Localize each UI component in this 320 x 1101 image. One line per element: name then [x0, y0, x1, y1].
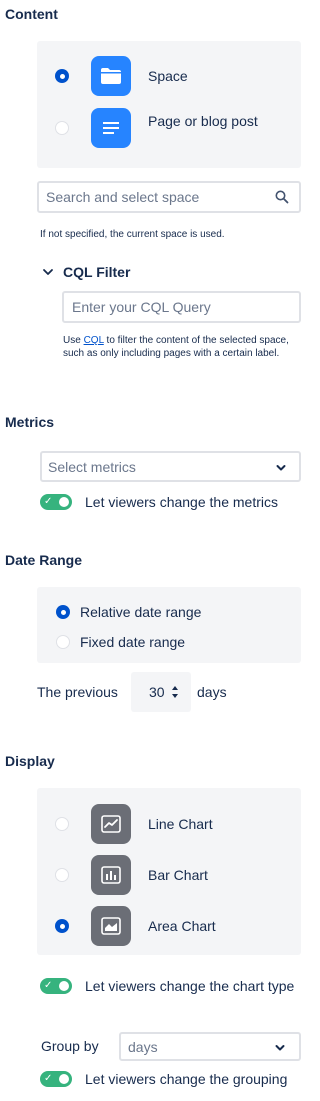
chart-type-toggle[interactable]: ✓	[40, 978, 72, 994]
folder-icon	[91, 56, 131, 96]
chart-type-panel: Line Chart Bar Chart Area Chart	[37, 788, 301, 955]
cql-query-input[interactable]: Enter your CQL Query	[62, 291, 301, 323]
chevron-down-icon[interactable]	[42, 265, 54, 283]
bar-chart-label: Bar Chart	[148, 867, 208, 883]
relative-date-radio[interactable]	[56, 605, 70, 619]
area-chart-radio[interactable]	[55, 919, 69, 933]
cql-filter-title[interactable]: CQL Filter	[63, 264, 130, 280]
check-icon: ✓	[44, 1073, 53, 1084]
area-chart-label: Area Chart	[148, 918, 216, 934]
check-icon: ✓	[44, 980, 53, 991]
space-option-label: Space	[148, 68, 188, 84]
document-icon	[91, 108, 131, 148]
group-by-select[interactable]: days	[119, 1032, 301, 1061]
chart-type-toggle-label: Let viewers change the chart type	[85, 978, 295, 994]
search-icon	[275, 190, 289, 209]
check-icon: ✓	[44, 496, 53, 507]
fixed-date-radio[interactable]	[56, 635, 70, 649]
line-chart-label: Line Chart	[148, 816, 213, 832]
grouping-toggle[interactable]: ✓	[40, 1071, 72, 1087]
bar-chart-icon	[91, 855, 131, 895]
fixed-date-label: Fixed date range	[80, 634, 186, 650]
page-blog-option-label: Page or blog post	[148, 113, 258, 129]
days-unit-label: days	[197, 684, 227, 700]
relative-date-label: Relative date range	[80, 604, 202, 620]
date-range-section-title: Date Range	[5, 552, 83, 568]
date-range-panel: Relative date range Fixed date range	[37, 587, 301, 663]
chevron-down-icon	[274, 1041, 286, 1059]
previous-days-stepper[interactable]: 30	[131, 672, 191, 712]
grouping-toggle-label: Let viewers change the grouping	[85, 1071, 288, 1087]
page-blog-radio[interactable]	[55, 121, 69, 135]
metrics-select-placeholder: Select metrics	[48, 459, 136, 475]
cql-query-placeholder: Enter your CQL Query	[72, 299, 211, 315]
content-type-panel: Space Page or blog post	[37, 41, 301, 168]
group-by-value: days	[128, 1039, 158, 1055]
space-hint: If not specified, the current space is u…	[40, 229, 225, 240]
bar-chart-radio[interactable]	[55, 868, 69, 882]
display-section-title: Display	[5, 753, 55, 769]
metrics-toggle-label: Let viewers change the metrics	[85, 494, 278, 510]
previous-label: The previous	[37, 684, 118, 700]
space-search-placeholder: Search and select space	[46, 189, 200, 205]
content-section-title: Content	[5, 6, 58, 22]
line-chart-radio[interactable]	[55, 817, 69, 831]
stepper-arrows-icon[interactable]	[171, 684, 179, 705]
previous-days-value: 30	[149, 684, 165, 700]
group-by-label: Group by	[41, 1038, 99, 1054]
metrics-select[interactable]: Select metrics	[40, 451, 301, 482]
chevron-down-icon	[275, 461, 287, 479]
area-chart-icon	[91, 906, 131, 946]
metrics-toggle[interactable]: ✓	[40, 494, 72, 510]
cql-help-text: Use CQL to filter the content of the sel…	[63, 334, 298, 360]
cql-help-link[interactable]: CQL	[84, 335, 104, 346]
metrics-section-title: Metrics	[5, 414, 55, 430]
space-search-input[interactable]: Search and select space	[37, 181, 301, 213]
line-chart-icon	[91, 804, 131, 844]
space-radio[interactable]	[55, 69, 69, 83]
cql-help-prefix: Use	[63, 335, 84, 346]
